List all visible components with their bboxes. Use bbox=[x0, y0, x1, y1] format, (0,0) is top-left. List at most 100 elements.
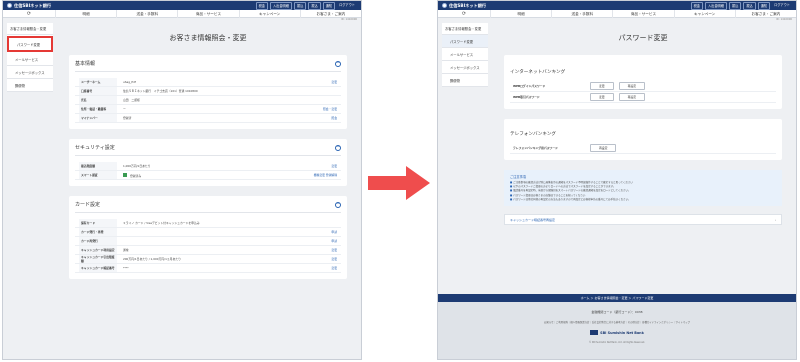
row-value: uSag_Pdf bbox=[123, 80, 136, 84]
breadcrumb[interactable]: ホーム ＞ お客さま情報照会・変更 ＞ パスワード変更 bbox=[438, 294, 796, 302]
bank-logo[interactable]: 住信SBIネット銀行 bbox=[7, 3, 51, 9]
internet-banking-card: インターネットバンキング WEBログインパスワード 変更 再設定 WEB取引パス… bbox=[504, 55, 782, 109]
sidebar-item-password[interactable]: パスワード変更 bbox=[442, 35, 488, 48]
row-value: 登録済 bbox=[123, 116, 132, 120]
nav-transfer[interactable]: 送金・手数料 bbox=[551, 9, 612, 18]
reset-button[interactable]: 再設定 bbox=[618, 82, 646, 90]
nav-campaign[interactable]: キャンペーン bbox=[238, 9, 300, 18]
header-statement-button[interactable]: 入出金明細 bbox=[270, 1, 292, 10]
row-value: 山田 二郎様 bbox=[123, 98, 140, 102]
page-title: お客さま情報照会・変更 bbox=[169, 34, 247, 42]
row-action-link[interactable]: 申請 bbox=[331, 230, 341, 234]
status-badge bbox=[123, 172, 127, 177]
sidebar-item-messages[interactable]: メッセージボックス bbox=[7, 66, 53, 79]
collapse-icon[interactable]: − bbox=[335, 144, 341, 151]
user-id-line: ID: 1410000 bbox=[775, 18, 792, 21]
row-label: キャッシュカード暗証番号 bbox=[79, 264, 117, 272]
change-button[interactable]: 変更 bbox=[590, 82, 614, 90]
header-transfer-button[interactable]: 振込 bbox=[293, 1, 307, 10]
sidebar: お客さま情報照会・変更 パスワード変更 メールサービス メッセージボックス 郵便… bbox=[7, 23, 53, 92]
logout-button[interactable]: ログアウト bbox=[772, 2, 792, 10]
collapse-icon[interactable]: − bbox=[335, 60, 341, 67]
row-label: WEB取引パスワード bbox=[513, 95, 540, 99]
telephone-banking-card: テレフォンバンキング テレフォンバンキング用パスワード 再設定 bbox=[504, 119, 782, 160]
nav-campaign[interactable]: キャンペーン bbox=[673, 9, 735, 18]
row-action-link[interactable]: 機種変更 登録解除 bbox=[314, 173, 341, 177]
header-transfer-button-2[interactable]: 振込 bbox=[308, 1, 321, 10]
bank-logo[interactable]: 住信SBIネット銀行 bbox=[442, 3, 486, 9]
card-title: カード設定 bbox=[75, 202, 101, 208]
logout-button[interactable]: ログアウト bbox=[337, 2, 357, 10]
row-action-link[interactable]: 変更 bbox=[331, 257, 341, 261]
footer-logo-text: SBI Sumishin Net Bank bbox=[600, 330, 644, 335]
footer-links[interactable]: お知らせ｜ご利用規約｜個人情報保護方針｜反社会的勢力に対する基本方針｜その他方針… bbox=[438, 320, 796, 324]
table-row: カード発行・再発 申請 bbox=[75, 228, 341, 237]
nav-customer[interactable]: お客さま・ご案内 bbox=[299, 9, 361, 18]
sidebar-item-mail[interactable]: メールサービス bbox=[7, 53, 53, 66]
table-row: キャッシュカード利用設定 通常 変更 bbox=[75, 246, 341, 255]
nav-statement[interactable]: 明細 bbox=[490, 9, 551, 18]
row-action-link[interactable]: 申請 bbox=[331, 239, 341, 243]
header-actions: 税金 入出金明細 振込 振込 通知 ログアウト bbox=[255, 1, 357, 10]
header-statement-button[interactable]: 入出金明細 bbox=[705, 1, 727, 10]
row-value[interactable]: ミライノ カード / Visaデビット付キャッシュカードを申込み bbox=[117, 221, 337, 225]
section-title: テレフォンバンキング bbox=[510, 132, 557, 137]
table-row: ユーザーネーム uSag_Pdf 変更 bbox=[75, 78, 341, 87]
row-label: 保有カード bbox=[79, 219, 117, 227]
sidebar-head[interactable]: お客さま情報照会・変更 bbox=[442, 23, 488, 35]
notice-title: ご注意事項 bbox=[510, 175, 526, 179]
sidebar-item-mail[interactable]: メールサービス bbox=[442, 48, 488, 61]
reset-button[interactable]: 再設定 bbox=[590, 144, 617, 152]
section-title: インターネットバンキング bbox=[510, 70, 566, 75]
sidebar-item-mail-post[interactable]: 郵便物 bbox=[442, 74, 488, 87]
row-label: WEBログインパスワード bbox=[513, 84, 546, 88]
footer: ホーム ＞ お客さま情報照会・変更 ＞ パスワード変更 金融機関コード（銀行コー… bbox=[438, 294, 796, 359]
card-title: 基本情報 bbox=[75, 61, 96, 67]
row-label: マイナンバー bbox=[79, 114, 117, 122]
row-action-link[interactable]: 変更 bbox=[331, 248, 341, 252]
table-row: カード再発行 申請 bbox=[75, 237, 341, 246]
header-tax-button[interactable]: 税金 bbox=[255, 1, 268, 10]
table-row: キャッシュカード暗証番号 **** 変更 bbox=[75, 264, 341, 273]
header-notice-button[interactable]: 通知 bbox=[757, 1, 771, 10]
header-transfer-button-2[interactable]: 振込 bbox=[743, 1, 756, 10]
sidebar-head[interactable]: お客さま情報照会・変更 bbox=[7, 23, 53, 35]
header-notice-button[interactable]: 通知 bbox=[322, 1, 336, 10]
row-action-link[interactable]: 照会 bbox=[331, 116, 341, 120]
security-card: セキュリティ設定 − 振込限度額 1,000万円/1日あたり 変更 スマート認証 登録… bbox=[69, 139, 347, 186]
row-action-link[interactable]: 照会・変更 bbox=[323, 107, 341, 111]
nav-transfer[interactable]: 送金・手数料 bbox=[116, 9, 177, 18]
row-action-link[interactable]: 変更 bbox=[331, 266, 341, 270]
nav-products[interactable]: 商品・サービス bbox=[612, 9, 673, 18]
row-value: **** bbox=[123, 266, 129, 270]
reset-button[interactable]: 再設定 bbox=[618, 93, 646, 101]
table-row: 振込限度額 1,000万円/1日あたり 変更 bbox=[75, 162, 341, 171]
row-action-link[interactable]: 変更 bbox=[331, 164, 341, 168]
screenshot-password-change: 住信SBIネット銀行 税金 入出金明細 振込 振込 通知 ログアウト ⟳ 明細 … bbox=[437, 0, 797, 360]
nav-products[interactable]: 商品・サービス bbox=[177, 9, 238, 18]
bank-logo-icon bbox=[7, 3, 12, 8]
sidebar-item-password[interactable]: パスワード変更 bbox=[7, 36, 53, 52]
row-label: ユーザーネーム bbox=[79, 78, 117, 86]
header-transfer-button[interactable]: 振込 bbox=[728, 1, 742, 10]
home-icon[interactable]: ⟳ bbox=[438, 11, 490, 17]
home-icon[interactable]: ⟳ bbox=[3, 11, 55, 17]
row-label: 氏名 bbox=[79, 96, 117, 104]
card-header: セキュリティ設定 − bbox=[75, 144, 341, 156]
footer-logo: SBI Sumishin Net Bank bbox=[587, 330, 647, 335]
nav-statement[interactable]: 明細 bbox=[55, 9, 116, 18]
main-content: パスワード変更 インターネットバンキング WEBログインパスワード 変更 再設定… bbox=[494, 23, 792, 226]
row-label: キャッシュカード引出限度額 bbox=[79, 255, 117, 263]
arrow-shape bbox=[368, 166, 430, 200]
card-settings-card: カード設定 − 保有カード ミライノ カード / Visaデビット付キャッシュカー… bbox=[69, 196, 347, 279]
row-action-link[interactable]: 変更 bbox=[331, 80, 341, 84]
collapse-icon[interactable]: − bbox=[335, 201, 341, 208]
table-row: 住所・電話・職業等 ー 照会・変更 bbox=[75, 105, 341, 114]
pin-reset-link[interactable]: キャッシュカード暗証番号再設定 › bbox=[504, 214, 782, 226]
change-button[interactable]: 変更 bbox=[590, 93, 614, 101]
sidebar-item-messages[interactable]: メッセージボックス bbox=[442, 61, 488, 74]
nav-customer[interactable]: お客さま・ご案内 bbox=[734, 9, 796, 18]
sidebar-item-mail-post[interactable]: 郵便物 bbox=[7, 79, 53, 92]
header-tax-button[interactable]: 税金 bbox=[690, 1, 703, 10]
row-label: カード発行・再発 bbox=[79, 228, 117, 236]
